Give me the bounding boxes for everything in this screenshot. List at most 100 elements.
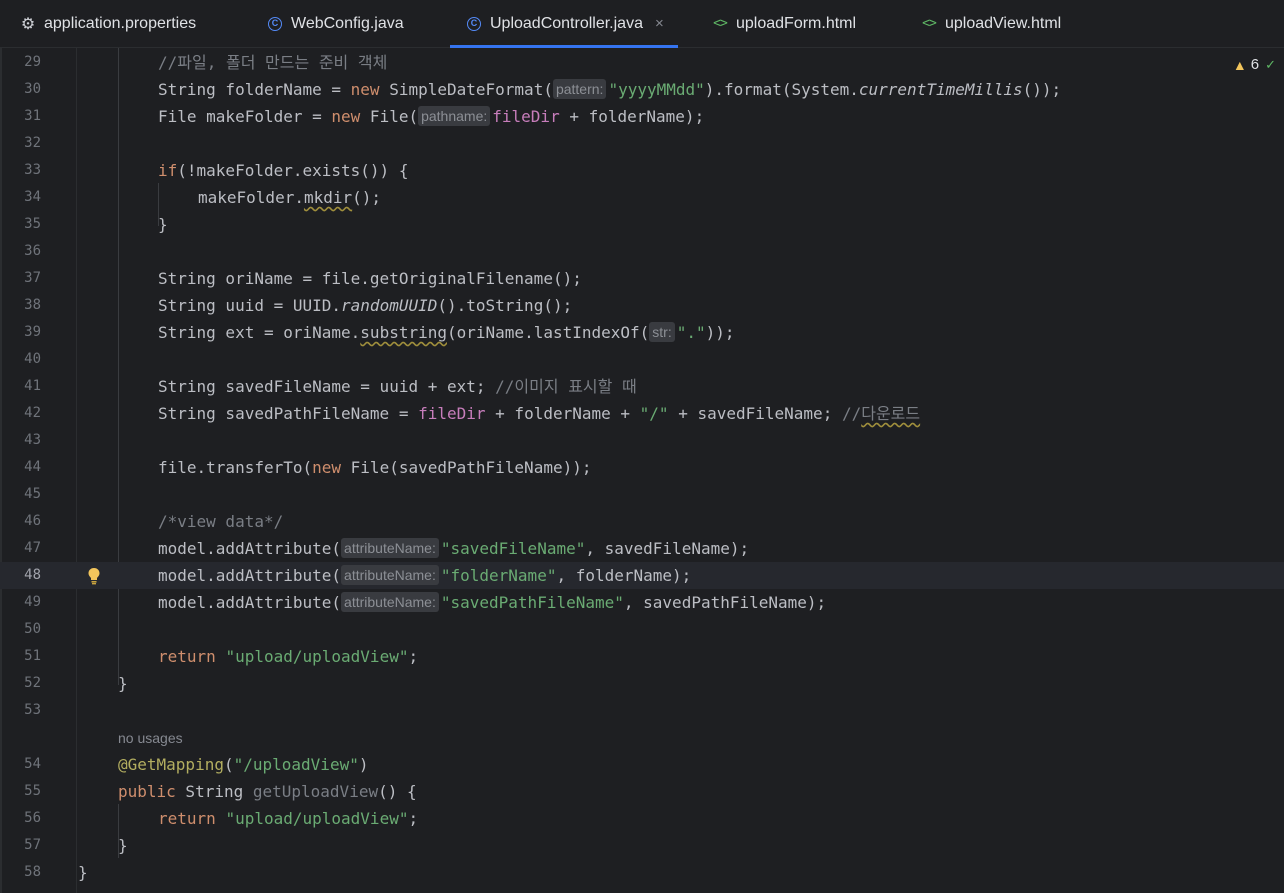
code-token: SimpleDateFormat( — [379, 80, 553, 99]
code-token: ; — [408, 647, 419, 666]
code-token: (oriName.lastIndexOf( — [447, 323, 650, 342]
line-number: 34 — [24, 189, 41, 205]
keyword: return — [158, 647, 216, 666]
code-text: //파일, 폴더 만드는 준비 객체 — [158, 49, 387, 76]
code-line: 29 //파일, 폴더 만드는 준비 객체 — [0, 49, 1284, 76]
line-number: 45 — [24, 486, 41, 502]
line-number: 51 — [24, 648, 41, 664]
line-number: 31 — [24, 108, 41, 124]
warning-token: mkdir — [303, 188, 353, 207]
code-token: File(savedPathFileName)); — [341, 458, 592, 477]
code-text: File makeFolder = new File(pathname: file… — [158, 103, 704, 130]
string-literal: "yyyyMMdd" — [608, 80, 705, 99]
code-text: String folderName = new SimpleDateFormat… — [158, 76, 1061, 103]
close-tab-icon[interactable]: × — [655, 15, 664, 32]
lightbulb-icon[interactable] — [86, 562, 102, 589]
tab-application-properties[interactable]: ⚙ application.properties — [20, 0, 196, 47]
code-text: String oriName = file.getOriginalFilenam… — [158, 269, 582, 288]
line-number: 48 — [24, 567, 41, 583]
code-text: String savedFileName = uuid + ext; //이미지… — [158, 373, 637, 400]
code-line: 50 — [0, 616, 1284, 643]
line-number: 36 — [24, 243, 41, 259]
java-class-icon: C — [267, 16, 283, 32]
code-token: + savedFileName; — [668, 404, 842, 423]
line-number: 41 — [24, 378, 41, 394]
code-line: 32 — [0, 130, 1284, 157]
code-token: File makeFolder = — [158, 107, 332, 126]
code-text: if(!makeFolder.exists()) { — [158, 157, 408, 184]
code-line: 58 } — [0, 859, 1284, 886]
code-token: , savedFileName); — [585, 539, 750, 558]
line-number: 54 — [24, 756, 41, 772]
string-literal: "folderName" — [440, 566, 557, 585]
line-number: 39 — [24, 324, 41, 340]
string-literal: "savedFileName" — [440, 539, 586, 558]
code-text: return "upload/uploadView"; — [158, 643, 418, 670]
code-line: 31 File makeFolder = new File(pathname: f… — [0, 103, 1284, 130]
code-editor[interactable]: 29 //파일, 폴더 만드는 준비 객체 30 String folderNa… — [0, 48, 1284, 893]
static-method: currentTimeMillis — [858, 80, 1023, 99]
code-token: String — [175, 782, 253, 801]
code-token: model.addAttribute( — [158, 566, 342, 585]
code-token: + folderName + — [485, 404, 640, 423]
code-text: model.addAttribute(attributeName: "folder… — [158, 562, 691, 589]
editor-tab-bar: ⚙ application.properties C WebConfig.jav… — [0, 0, 1284, 48]
code-token: model.addAttribute( — [158, 593, 342, 612]
code-line: 35 } — [0, 211, 1284, 238]
gear-icon: ⚙ — [20, 15, 36, 33]
code-token: model.addAttribute( — [158, 539, 342, 558]
code-text: /*view data*/ — [158, 508, 283, 535]
comment: //이미지 표시할 때 — [495, 377, 637, 396]
line-number: 35 — [24, 216, 41, 232]
tab-uploadview-html[interactable]: <> uploadView.html — [921, 0, 1061, 47]
html-file-icon: <> — [713, 16, 728, 31]
comment: // — [841, 404, 862, 423]
code-token: ) — [358, 755, 369, 774]
string-literal: "upload/uploadView" — [225, 809, 409, 828]
tab-label: uploadForm.html — [736, 14, 857, 32]
code-token: ( — [223, 755, 234, 774]
code-text: } — [158, 215, 168, 234]
code-line-current: 48 model.addAttribute(attributeName: "fol… — [0, 562, 1284, 589]
inspection-widget[interactable]: ▲ 6 ✓ — [1233, 56, 1276, 73]
tab-label: WebConfig.java — [291, 14, 404, 32]
html-file-icon: <> — [922, 16, 937, 31]
line-number: 47 — [24, 540, 41, 556]
code-text: } — [118, 836, 128, 855]
code-line: 47 model.addAttribute(attributeName: "sav… — [0, 535, 1284, 562]
code-line: 53 — [0, 697, 1284, 724]
code-line: 49 model.addAttribute(attributeName: "sav… — [0, 589, 1284, 616]
keyword: if — [158, 161, 178, 180]
tab-label: uploadView.html — [945, 14, 1062, 32]
code-token: ().toString(); — [437, 296, 573, 315]
java-class-icon: C — [466, 16, 482, 32]
keyword: new — [312, 458, 342, 477]
line-number: 29 — [24, 54, 41, 70]
code-text: model.addAttribute(attributeName: "savedF… — [158, 535, 749, 562]
line-number: 40 — [24, 351, 41, 367]
code-token: String savedPathFileName = — [158, 404, 419, 423]
code-line: 33 if(!makeFolder.exists()) { — [0, 157, 1284, 184]
code-text: String ext = oriName.substring(oriName.l… — [158, 319, 735, 346]
code-line: 51 return "upload/uploadView"; — [0, 643, 1284, 670]
code-line: 41 String savedFileName = uuid + ext; //… — [0, 373, 1284, 400]
code-line: 52 } — [0, 670, 1284, 697]
code-text: public String getUploadView() { — [118, 778, 417, 805]
tab-uploadform-html[interactable]: <> uploadForm.html — [712, 0, 856, 47]
code-token: ()); — [1022, 80, 1062, 99]
line-number: 32 — [24, 135, 41, 151]
string-literal: "/uploadView" — [233, 755, 359, 774]
code-token: (!makeFolder.exists()) { — [177, 161, 409, 180]
usages-hint[interactable]: no usages — [118, 728, 183, 748]
line-number: 50 — [24, 621, 41, 637]
code-line: 57 } — [0, 832, 1284, 859]
static-method: randomUUID — [341, 296, 438, 315]
tab-webconfig-java[interactable]: C WebConfig.java — [267, 0, 404, 47]
parameter-hint: str: — [649, 322, 675, 342]
string-literal: "upload/uploadView" — [225, 647, 409, 666]
line-number: 42 — [24, 405, 41, 421]
line-number: 53 — [24, 702, 41, 718]
line-number: 44 — [24, 459, 41, 475]
tab-uploadcontroller-java[interactable]: C UploadController.java × — [450, 0, 678, 48]
